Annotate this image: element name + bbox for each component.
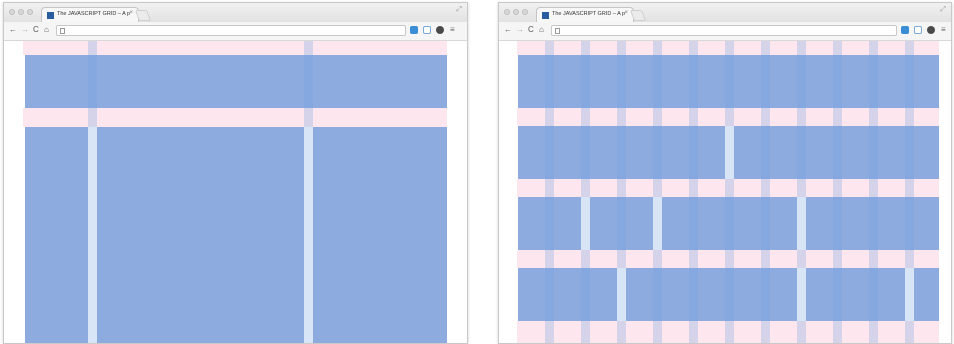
settings-gear-icon[interactable] <box>927 26 935 34</box>
grid-block-row4 <box>914 268 939 321</box>
tab-close-icon[interactable]: × <box>624 10 628 16</box>
fullscreen-icon[interactable]: ⤢ <box>456 6 462 14</box>
forward-button[interactable]: → <box>21 25 29 35</box>
grid-gutter-overlay <box>304 41 313 343</box>
page-viewport <box>4 41 467 343</box>
back-button[interactable]: ← <box>504 25 512 35</box>
grid-block-row4 <box>626 268 797 321</box>
forward-button[interactable]: → <box>516 25 524 35</box>
main-content-block <box>97 127 304 343</box>
minimize-window-button[interactable] <box>18 9 24 15</box>
reload-button[interactable]: C <box>33 25 39 35</box>
browser-window-right: The JAVASCRIPT GRID – A p × ⤢ ← → C ⌂ ≡ <box>498 2 952 344</box>
grid-block-row4 <box>518 268 617 321</box>
menu-icon[interactable]: ≡ <box>941 25 946 34</box>
tab-title: The JAVASCRIPT GRID – A p <box>57 11 131 17</box>
home-button[interactable]: ⌂ <box>539 25 544 35</box>
grid-row-band <box>23 41 447 55</box>
home-button[interactable]: ⌂ <box>44 25 49 35</box>
grid-column-overlay <box>833 41 842 343</box>
grid-gutter-overlay <box>88 41 97 343</box>
favicon-icon <box>542 12 549 19</box>
browser-window-left: The JAVASCRIPT GRID – A p × ⤢ ← → C ⌂ ≡ <box>3 2 468 344</box>
address-bar[interactable] <box>551 25 897 36</box>
grid-column-overlay <box>617 41 626 343</box>
page-icon <box>555 28 560 34</box>
favicon-icon <box>47 12 54 19</box>
left-sidebar-block <box>25 127 88 343</box>
address-bar[interactable] <box>56 25 406 36</box>
reload-button[interactable]: C <box>528 25 534 35</box>
grid-block-row4 <box>806 268 905 321</box>
grid-column-overlay <box>905 41 914 343</box>
close-window-button[interactable] <box>504 9 510 15</box>
browser-toolbar: ← → C ⌂ ≡ <box>499 22 951 41</box>
close-window-button[interactable] <box>9 9 15 15</box>
grid-column-overlay <box>797 41 806 343</box>
grid-column-overlay <box>653 41 662 343</box>
extension-window-icon[interactable] <box>423 26 431 34</box>
right-sidebar-block <box>313 127 447 343</box>
tab-title: The JAVASCRIPT GRID – A p <box>552 11 626 17</box>
grid-column-overlay <box>689 41 698 343</box>
grid-row-band <box>23 108 447 127</box>
extension-blue-icon[interactable] <box>410 26 418 34</box>
back-button[interactable]: ← <box>9 25 17 35</box>
grid-column-overlay <box>581 41 590 343</box>
grid-column-overlay <box>725 41 734 343</box>
browser-tab[interactable]: The JAVASCRIPT GRID – A p × <box>536 7 634 22</box>
grid-column-overlay <box>545 41 554 343</box>
grid-column-overlay <box>761 41 770 343</box>
browser-tab[interactable]: The JAVASCRIPT GRID – A p × <box>41 7 139 22</box>
browser-toolbar: ← → C ⌂ ≡ <box>4 22 467 41</box>
page-viewport <box>499 41 951 343</box>
window-controls <box>9 9 33 15</box>
title-bar: The JAVASCRIPT GRID – A p × ⤢ <box>499 3 951 23</box>
grid-column-overlay <box>869 41 878 343</box>
settings-gear-icon[interactable] <box>436 26 444 34</box>
page-icon <box>60 28 65 34</box>
extension-blue-icon[interactable] <box>901 26 909 34</box>
zoom-window-button[interactable] <box>522 9 528 15</box>
menu-icon[interactable]: ≡ <box>450 25 455 34</box>
fullscreen-icon[interactable]: ⤢ <box>940 6 946 14</box>
window-controls <box>504 9 528 15</box>
zoom-window-button[interactable] <box>27 9 33 15</box>
tab-close-icon[interactable]: × <box>129 10 133 16</box>
minimize-window-button[interactable] <box>513 9 519 15</box>
extension-window-icon[interactable] <box>914 26 922 34</box>
title-bar: The JAVASCRIPT GRID – A p × ⤢ <box>4 3 467 23</box>
